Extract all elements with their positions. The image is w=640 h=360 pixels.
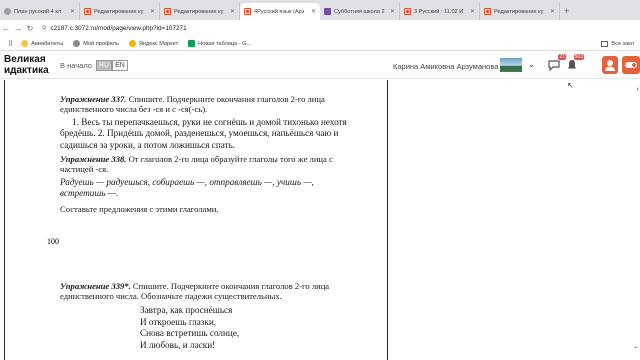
reload-icon[interactable]: ↻ (24, 24, 36, 33)
cursor-icon: ↖ (567, 81, 574, 90)
bookmarks-bar: ⠿ Авиабилеты Мой профиль Яндекс Маркет Н… (0, 37, 640, 51)
language-switch: RU EN (96, 60, 128, 71)
tab-edit-2[interactable]: Редактирование ку ✕ (160, 3, 240, 20)
site-info-icon[interactable]: ⚲ (42, 25, 46, 32)
exercise-note: Составьте предложения с этими глаголами. (60, 204, 219, 215)
exercise-title: Упражнение 338. (60, 153, 127, 164)
sheets-icon (188, 40, 196, 47)
notifications-icon[interactable]: 21 (548, 54, 566, 72)
scroll-arrow-icon[interactable]: ⌄ (633, 343, 638, 350)
lang-en-button[interactable]: EN (112, 60, 128, 71)
moodle-icon (164, 8, 171, 15)
folder-icon (601, 40, 609, 47)
home-link[interactable]: В начало (60, 61, 92, 70)
tab-plan[interactable]: План русский 4 кл ✕ (0, 3, 80, 20)
exercise-338: Упражнение 338. От глаголов 2-го лица об… (60, 154, 360, 174)
user-name[interactable]: Карина Амиковна Арзуманова (393, 62, 498, 71)
bookmark-aviabilety[interactable]: Авиабилеты (21, 40, 63, 47)
user-icon (605, 60, 615, 71)
poem-line: Завтра, как проснёшься (140, 305, 233, 315)
comment-icon (548, 60, 560, 72)
toggle-button[interactable] (622, 56, 640, 74)
messages-badge: 503 (573, 54, 584, 60)
apps-icon[interactable]: ⠿ (8, 40, 13, 48)
exercise-339: Упражнение 339*. Спишите. Подчеркните ок… (60, 281, 360, 301)
avatar[interactable] (500, 58, 522, 72)
tab-strip: План русский 4 кл ✕ Редактирование ку ✕ Ре… (0, 0, 640, 20)
globe-icon (4, 8, 11, 15)
textbook-page-101: Упражнение 339*. Спишите. Подчеркните ок… (60, 281, 360, 351)
exercise-title: Упражнение 337. (60, 94, 127, 104)
new-tab-button[interactable]: + (564, 3, 569, 20)
drawer-toggle-icon[interactable]: ‹ (637, 86, 639, 93)
moodle-icon (244, 8, 251, 15)
poem-line: И любовь, и ласки! (140, 339, 216, 350)
close-icon[interactable]: ✕ (230, 8, 235, 15)
app-icon (324, 8, 331, 15)
address-bar: ← → ↻ ⚲ c2187.c.3072.ru/mod/page/view.ph… (0, 20, 640, 37)
back-icon[interactable]: ← (0, 24, 12, 33)
close-icon[interactable]: ✕ (470, 8, 475, 15)
close-icon[interactable]: ✕ (390, 8, 395, 15)
url-text: c2187.c.3072.ru/mod/page/view.php?id=107… (50, 25, 187, 32)
market-icon (128, 40, 136, 47)
close-icon[interactable]: ✕ (150, 8, 155, 15)
browser-window: План русский 4 кл ✕ Редактирование ку ✕ Ре… (0, 0, 640, 360)
tab-saturday-school[interactable]: Субботняя школа 2 ✕ (320, 3, 400, 20)
bookmark-profile[interactable]: Мой профиль (73, 40, 119, 47)
poem-line: И откроешь глазки, (140, 316, 217, 327)
site-logo[interactable]: Великая идактика (4, 54, 49, 76)
tab-edit-1[interactable]: Редактирование ку ✕ (80, 3, 160, 20)
tab-edit-3[interactable]: Редактирование ку ✕ (480, 3, 560, 20)
column-divider (387, 80, 388, 360)
close-icon[interactable]: ✕ (311, 8, 316, 15)
exercise-text: 1. Весь ты перепачкаешься, руки не согнё… (60, 117, 347, 150)
page-number: 100 (47, 237, 59, 246)
moodle-icon (404, 8, 411, 15)
close-icon[interactable]: ✕ (550, 8, 555, 15)
close-icon[interactable]: ✕ (70, 8, 75, 15)
bookmark-market[interactable]: Яндекс Маркет (128, 40, 178, 47)
profile-icon (73, 40, 81, 47)
user-menu-button[interactable] (602, 56, 618, 74)
exercise-337: Упражнение 337. Спишите. Подчеркните око… (60, 94, 360, 114)
tab-russian-3[interactable]: 3 Русский : 11.02 И ✕ (400, 3, 480, 20)
textbook-page-100: Упражнение 337. Спишите. Подчеркните око… (60, 94, 360, 215)
lang-ru-button[interactable]: RU (96, 60, 113, 71)
poem-line: Снова встретишь солнце, (140, 328, 240, 338)
page-content: ↖ ‹ ⌄ Упражнение 337. Спишите. Подчеркни… (0, 80, 640, 360)
plane-icon (21, 40, 29, 47)
all-bookmarks[interactable]: Все закл (601, 40, 634, 47)
left-border (4, 80, 5, 360)
exercise-examples: Радуешь — радуешься, собираешь —, отправ… (60, 176, 314, 199)
url-field[interactable]: ⚲ c2187.c.3072.ru/mod/page/view.php?id=1… (42, 25, 187, 32)
notif-badge: 21 (558, 54, 566, 60)
forward-icon[interactable]: → (12, 24, 24, 33)
tab-russian-active[interactable]: 4Русский язык (Арз ✕ (240, 3, 320, 20)
moodle-icon (484, 8, 491, 15)
moodle-icon (84, 8, 91, 15)
site-header: Великая идактика В начало RU EN Карина Ам… (0, 51, 640, 79)
exercise-title: Упражнение 339*. (60, 281, 131, 291)
chevron-down-icon[interactable]: ⌄ (528, 60, 535, 69)
messages-icon[interactable]: 503 (566, 54, 584, 70)
bookmark-sheet[interactable]: Новая таблица - G... (188, 40, 251, 47)
bell-icon (567, 60, 577, 69)
toggle-icon (625, 62, 637, 68)
poem: Завтра, как проснёшься И откроешь глазки… (140, 305, 360, 351)
